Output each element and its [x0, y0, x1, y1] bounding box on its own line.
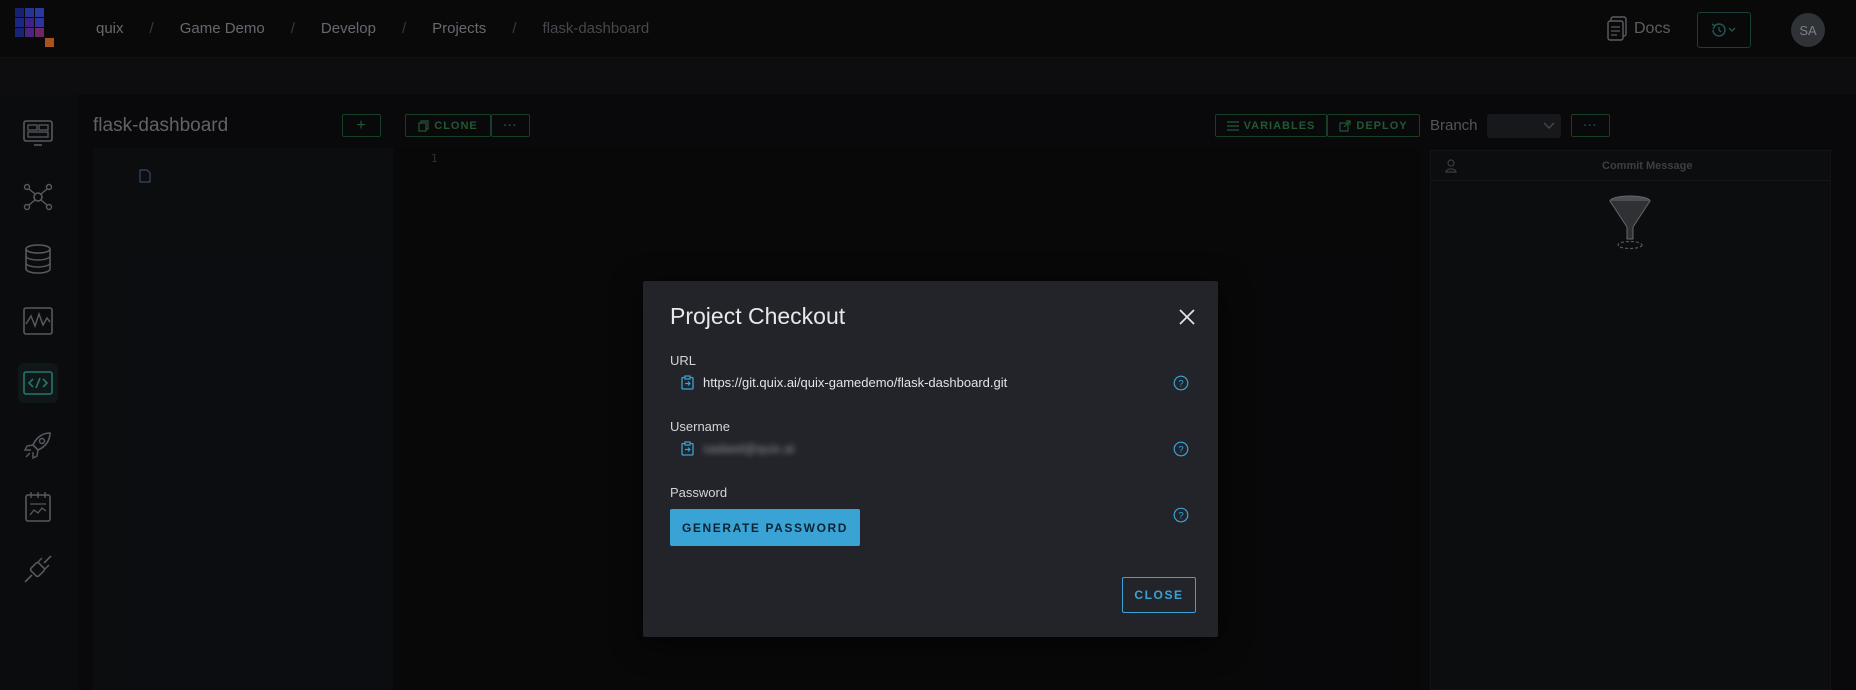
svg-text:?: ?: [1178, 445, 1183, 456]
svg-text:?: ?: [1178, 379, 1183, 390]
password-label: Password: [670, 485, 728, 500]
username-help-icon[interactable]: ?: [1173, 441, 1189, 457]
dialog-title: Project Checkout: [670, 303, 846, 329]
close-icon[interactable]: [1177, 307, 1197, 327]
username-field: sadawl@quix.ai: [681, 437, 1191, 459]
svg-text:?: ?: [1178, 511, 1183, 522]
copy-url-icon[interactable]: [681, 374, 694, 390]
username-value[interactable]: sadawl@quix.ai: [703, 441, 794, 456]
url-field: https://git.quix.ai/quix-gamedemo/flask-…: [681, 371, 1191, 393]
username-label: Username: [670, 419, 730, 434]
password-help-icon[interactable]: ?: [1173, 507, 1189, 523]
project-checkout-dialog: Project Checkout URL https://git.quix.ai…: [643, 281, 1218, 637]
generate-password-button[interactable]: GENERATE PASSWORD: [670, 509, 860, 546]
copy-username-icon[interactable]: [681, 440, 694, 456]
url-label: URL: [670, 353, 697, 368]
url-help-icon[interactable]: ?: [1173, 375, 1189, 391]
url-value[interactable]: https://git.quix.ai/quix-gamedemo/flask-…: [703, 375, 1007, 390]
close-button[interactable]: CLOSE: [1122, 577, 1196, 613]
